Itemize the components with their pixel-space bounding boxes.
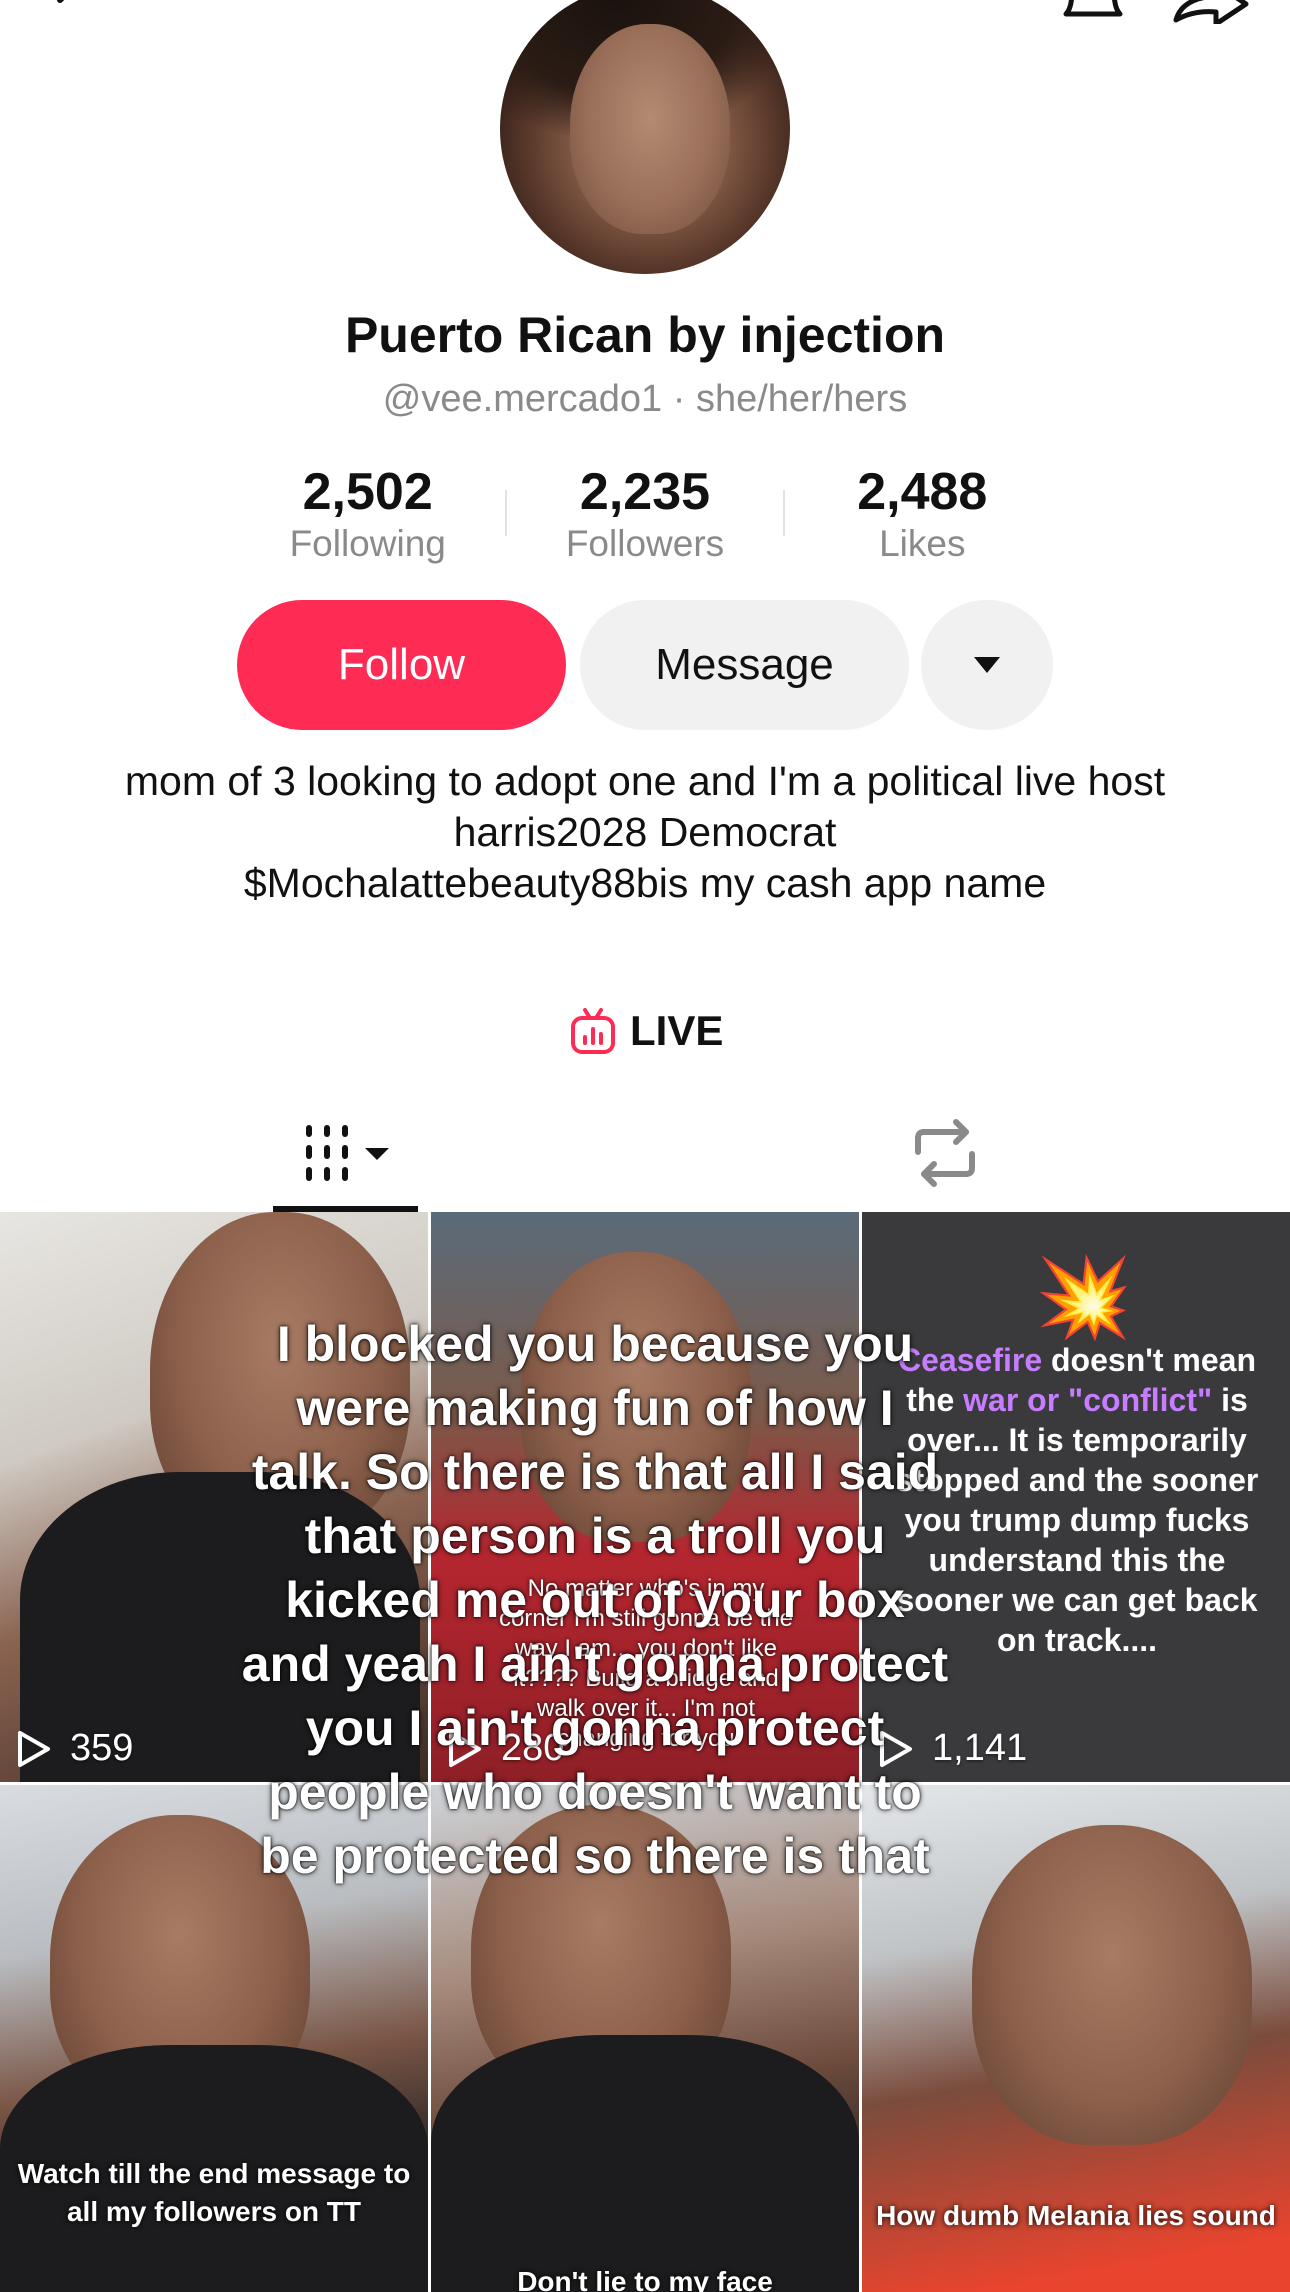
stat-likes[interactable]: 2,488 Likes: [785, 462, 1060, 572]
play-icon: [18, 1730, 50, 1767]
video-caption: Watch till the end message to all my fol…: [17, 2158, 411, 2227]
stat-following[interactable]: 2,502 Following: [230, 462, 505, 572]
live-link[interactable]: LIVE: [570, 1001, 723, 1061]
tab-videos[interactable]: [273, 1102, 418, 1212]
explosion-icon: 💥: [1035, 1253, 1133, 1341]
pronouns: she/her/hers: [695, 378, 908, 420]
hoodie-image: [431, 2035, 859, 2292]
avatar[interactable]: [500, 0, 790, 274]
caret-down-icon: [974, 657, 1000, 673]
caption-text: is over... It is temporarily stopped and…: [895, 1382, 1259, 1658]
view-count: 359: [16, 1727, 133, 1770]
share-icon[interactable]: [1172, 0, 1250, 24]
follow-button[interactable]: Follow: [237, 600, 566, 730]
view-count-value: 359: [70, 1727, 134, 1769]
back-arrow-icon[interactable]: [40, 0, 90, 20]
profile-stats: 2,502 Following 2,235 Followers 2,488 Li…: [230, 462, 1060, 572]
video-grid-icon: [306, 1125, 389, 1181]
message-button[interactable]: Message: [580, 600, 909, 730]
stat-label: Following: [289, 523, 446, 564]
stat-value: 2,502: [302, 463, 433, 521]
bio-line: $Mochalattebeauty88bis my cash app name: [243, 860, 1047, 906]
suggested-accounts-button[interactable]: [921, 600, 1053, 730]
bio-line: mom of 3 looking to adopt one and I'm a …: [124, 758, 1166, 804]
bell-icon[interactable]: [1058, 0, 1128, 22]
caption-highlight: war or "conflict": [963, 1382, 1213, 1418]
bio: mom of 3 looking to adopt one and I'm a …: [0, 756, 1290, 909]
person-image: [972, 1825, 1252, 2145]
separator: ·: [672, 378, 686, 420]
profile-tabs: [0, 1102, 1290, 1212]
video-caption: How dumb Melania lies sound: [876, 2200, 1276, 2231]
live-tv-icon: [571, 1008, 615, 1054]
avatar-face: [570, 24, 730, 234]
stat-followers[interactable]: 2,235 Followers: [507, 462, 782, 572]
handle-line: @vee.mercado1 · she/her/hers: [0, 378, 1290, 421]
stat-value: 2,488: [857, 463, 988, 521]
stat-label: Likes: [879, 523, 966, 564]
repost-icon[interactable]: [900, 1108, 990, 1198]
video-caption: Don't lie to my face: [517, 2266, 773, 2292]
live-label: LIVE: [630, 1007, 724, 1054]
bio-line: harris2028 Democrat: [453, 809, 837, 855]
stat-value: 2,235: [579, 463, 711, 521]
display-name: Puerto Rican by injection: [344, 307, 946, 363]
handle: @vee.mercado1: [382, 378, 663, 420]
overlay-caption: I blocked you because you were making fu…: [241, 1316, 949, 1884]
stat-label: Followers: [565, 523, 725, 564]
